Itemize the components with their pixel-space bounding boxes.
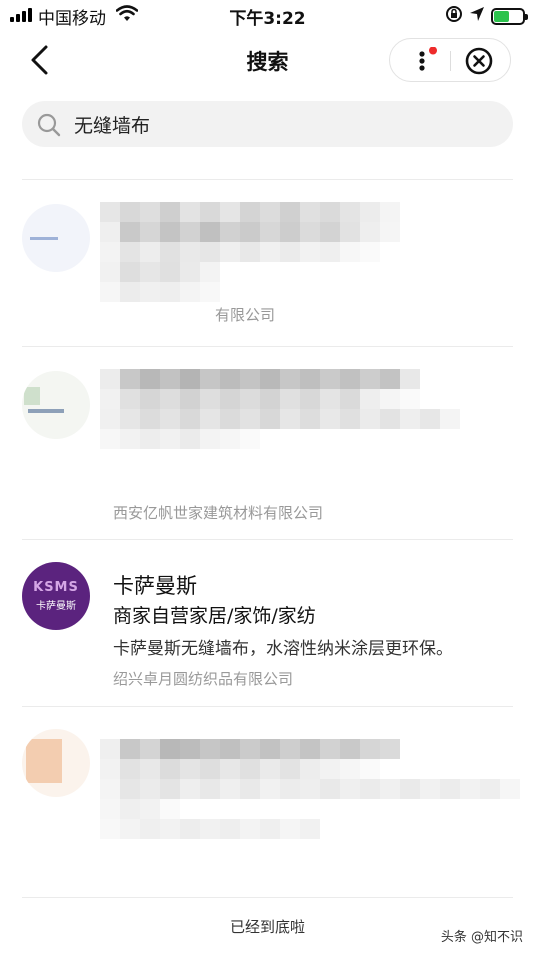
avatar [22, 729, 90, 797]
list-item[interactable]: 西安亿帆世家建筑材料有限公司 [0, 347, 535, 539]
shop-category: 商家自营家居/家饰/家纺 [113, 605, 316, 627]
close-circle-icon [465, 47, 493, 75]
blurred-content [100, 369, 460, 449]
list-item[interactable]: 有限公司 [0, 180, 535, 346]
watermark: 头条 @知不识 [440, 930, 523, 945]
status-bar: 中国移动 下午3:22 [0, 0, 535, 30]
shop-title: 卡萨曼斯 [113, 574, 197, 598]
list-item[interactable] [0, 707, 535, 897]
notification-dot-icon [429, 46, 437, 55]
more-dots-icon [419, 46, 437, 71]
blurred-content [100, 739, 520, 839]
logo-text: KSMS [33, 580, 79, 595]
search-bar[interactable] [22, 101, 513, 147]
shop-logo: KSMS 卡萨曼斯 [22, 562, 90, 630]
orientation-lock-icon [445, 5, 463, 28]
miniprogram-capsule [389, 38, 511, 82]
more-button[interactable] [404, 46, 438, 75]
blurred-content [100, 202, 400, 302]
company-name: 西安亿帆世家建筑材料有限公司 [113, 504, 324, 522]
nav-bar: 搜索 [0, 30, 535, 90]
avatar [22, 204, 90, 272]
close-button[interactable] [464, 46, 494, 76]
list-item[interactable]: KSMS 卡萨曼斯 卡萨曼斯 商家自营家居/家饰/家纺 卡萨曼斯无缝墙布，水溶性… [0, 540, 535, 706]
avatar [22, 371, 90, 439]
search-input[interactable] [74, 101, 494, 147]
company-name: 有限公司 [215, 306, 276, 324]
divider [22, 897, 513, 898]
search-icon [36, 112, 62, 142]
logo-subtext: 卡萨曼斯 [36, 601, 76, 612]
company-name: 绍兴卓月圆纺织品有限公司 [113, 670, 294, 688]
battery-icon [491, 8, 528, 25]
location-arrow-icon [469, 6, 485, 27]
shop-description: 卡萨曼斯无缝墙布，水溶性纳米涂层更环保。 [113, 639, 453, 659]
